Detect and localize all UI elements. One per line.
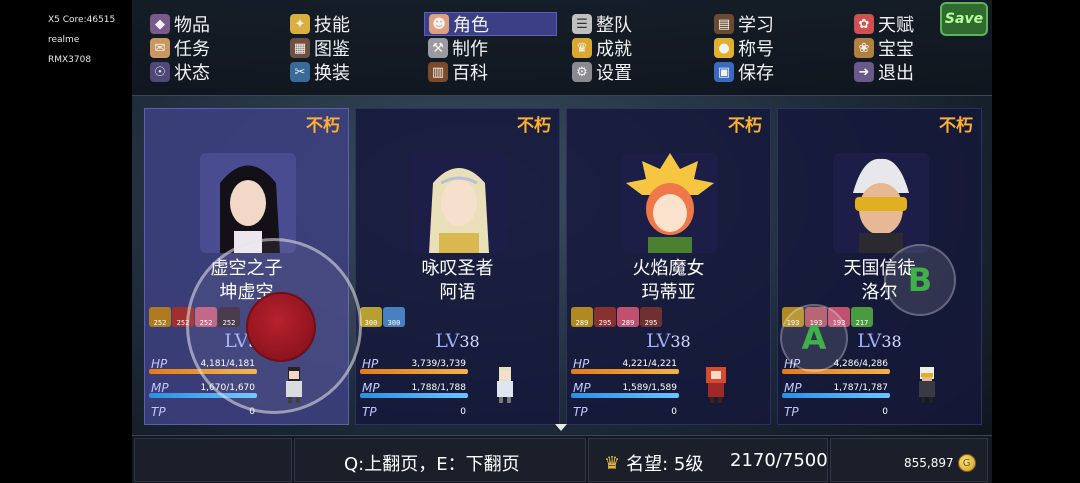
book-icon: ▤ xyxy=(714,14,734,34)
rank-tag: 不朽 xyxy=(939,116,973,136)
trophy-icon: ♛ xyxy=(572,38,592,58)
level: LV38 xyxy=(435,330,480,352)
mp-stat: MP 1,589/1,589 xyxy=(571,381,683,401)
a-button[interactable]: A xyxy=(780,304,848,372)
portrait-flame-witch xyxy=(622,153,718,253)
party-card[interactable]: 不朽 咏叹圣者 阿语 300 300 LV38 HP 3,739/3,739 MP… xyxy=(355,108,560,425)
gear-icon: ⚙ xyxy=(572,62,592,82)
rank-tag: 不朽 xyxy=(517,116,551,136)
menu-item-outfit[interactable]: ✂ 换装 xyxy=(290,60,350,84)
floppy-icon: ▣ xyxy=(714,62,734,82)
portrait-chant-saint xyxy=(411,153,507,253)
character-sprite xyxy=(919,367,935,403)
footer-bar: Q:上翻页，E：下翻页 ♛ 名望: 5级 2170/7500 855,897 G xyxy=(132,435,992,483)
footer-panel xyxy=(134,438,292,482)
buff-icons: 289 295 289 295 xyxy=(571,307,662,327)
tp-stat: TP 0 xyxy=(573,405,677,419)
status-icon: ☉ xyxy=(150,62,170,82)
rank-tag: 不朽 xyxy=(306,116,340,136)
tp-stat: TP 0 xyxy=(362,405,466,419)
medal-icon: ● xyxy=(714,38,734,58)
character-title: 咏叹圣者 xyxy=(421,258,494,279)
tp-stat: TP 0 xyxy=(784,405,888,419)
rank-tag: 不朽 xyxy=(728,116,762,136)
menu-item-formation[interactable]: ☰ 整队 xyxy=(572,12,632,36)
scroll-down-indicator[interactable] xyxy=(555,424,567,431)
buff-icon: 300 xyxy=(383,307,405,327)
quick-save-button[interactable]: Save xyxy=(940,2,988,36)
game-screen: ◆ 物品 ✦ 技能 ☻ 角色 ☰ 整队 ▤ 学习 ✿ 天赋 ✉ 任务 ▦ 图鉴 ⚒ 制作 ♛ 成就 … xyxy=(132,0,992,483)
buff-icon: 300 xyxy=(360,307,382,327)
portrait-heaven-devotee xyxy=(833,153,929,253)
character-name: 阿语 xyxy=(439,282,476,303)
bag-icon: ◆ xyxy=(150,14,170,34)
party-card[interactable]: 不朽 火焰魔女 玛蒂亚 289 295 289 295 LV38 HP 4,221… xyxy=(566,108,771,425)
codex-icon: ▦ xyxy=(290,38,310,58)
hp-stat: HP 4,221/4,221 xyxy=(571,357,683,377)
menu-item-achievements[interactable]: ♛ 成就 xyxy=(572,36,632,60)
buff-icon: 289 xyxy=(571,307,593,327)
buff-icon: 295 xyxy=(594,307,616,327)
menu-item-talent[interactable]: ✿ 天赋 xyxy=(854,12,914,36)
buff-icon: 295 xyxy=(640,307,662,327)
fame-label: ♛ 名望: 5级 xyxy=(604,452,704,476)
buff-icon: 252 xyxy=(149,307,171,327)
device-model: RMX3708 xyxy=(48,55,92,65)
hp-stat: HP 3,739/3,739 xyxy=(360,357,472,377)
mask-icon: ☻ xyxy=(429,14,449,34)
menu-item-titles[interactable]: ● 称号 xyxy=(714,36,774,60)
buff-icons: 300 300 xyxy=(360,307,405,327)
crown-icon: ♛ xyxy=(604,452,621,474)
character-name: 玛蒂亚 xyxy=(641,282,696,303)
buff-icon: 217 xyxy=(851,307,873,327)
skill-icon: ✦ xyxy=(290,14,310,34)
menu-item-save[interactable]: ▣ 保存 xyxy=(714,60,774,84)
pet-icon: ❀ xyxy=(854,38,874,58)
scroll-icon: ✉ xyxy=(150,38,170,58)
menu-item-encyclopedia[interactable]: ▥ 百科 xyxy=(428,60,488,84)
character-sprite xyxy=(497,367,513,403)
page-hint: Q:上翻页，E：下翻页 xyxy=(344,454,520,475)
device-core: X5 Core:46515 xyxy=(48,15,116,25)
outfit-icon: ✂ xyxy=(290,62,310,82)
coin-icon: G xyxy=(957,454,976,472)
mp-stat: MP 1,788/1,788 xyxy=(360,381,472,401)
device-brand: realme xyxy=(48,35,80,45)
mp-stat: MP 1,787/1,787 xyxy=(782,381,894,401)
menu-item-quests[interactable]: ✉ 任务 xyxy=(150,36,210,60)
menu-item-codex[interactable]: ▦ 图鉴 xyxy=(290,36,350,60)
b-button[interactable]: B xyxy=(884,244,956,316)
main-menu: ◆ 物品 ✦ 技能 ☻ 角色 ☰ 整队 ▤ 学习 ✿ 天赋 ✉ 任务 ▦ 图鉴 ⚒ 制作 ♛ 成就 … xyxy=(132,0,992,96)
joystick-knob[interactable] xyxy=(246,292,316,362)
menu-item-status[interactable]: ☉ 状态 xyxy=(150,60,210,84)
encyclopedia-icon: ▥ xyxy=(428,62,448,82)
device-info: X5 Core:46515 realme RMX3708 xyxy=(48,10,115,70)
exit-icon: ➜ xyxy=(854,62,874,82)
menu-item-exit[interactable]: ➜ 退出 xyxy=(854,60,914,84)
fame-progress: 2170/7500 xyxy=(730,450,828,471)
menu-item-character[interactable]: ☻ 角色 xyxy=(424,12,557,36)
formation-icon: ☰ xyxy=(572,14,592,34)
craft-icon: ⚒ xyxy=(428,38,448,58)
menu-item-settings[interactable]: ⚙ 设置 xyxy=(572,60,632,84)
level: LV38 xyxy=(646,330,691,352)
menu-item-craft[interactable]: ⚒ 制作 xyxy=(428,36,488,60)
character-title: 火焰魔女 xyxy=(632,258,705,279)
gold-display: 855,897 G xyxy=(904,454,976,472)
menu-item-skills[interactable]: ✦ 技能 xyxy=(290,12,350,36)
menu-item-pets[interactable]: ❀ 宝宝 xyxy=(854,36,914,60)
menu-item-learn[interactable]: ▤ 学习 xyxy=(714,12,774,36)
character-sprite xyxy=(706,367,726,403)
talent-icon: ✿ xyxy=(854,14,874,34)
buff-icon: 289 xyxy=(617,307,639,327)
menu-item-items[interactable]: ◆ 物品 xyxy=(150,12,210,36)
